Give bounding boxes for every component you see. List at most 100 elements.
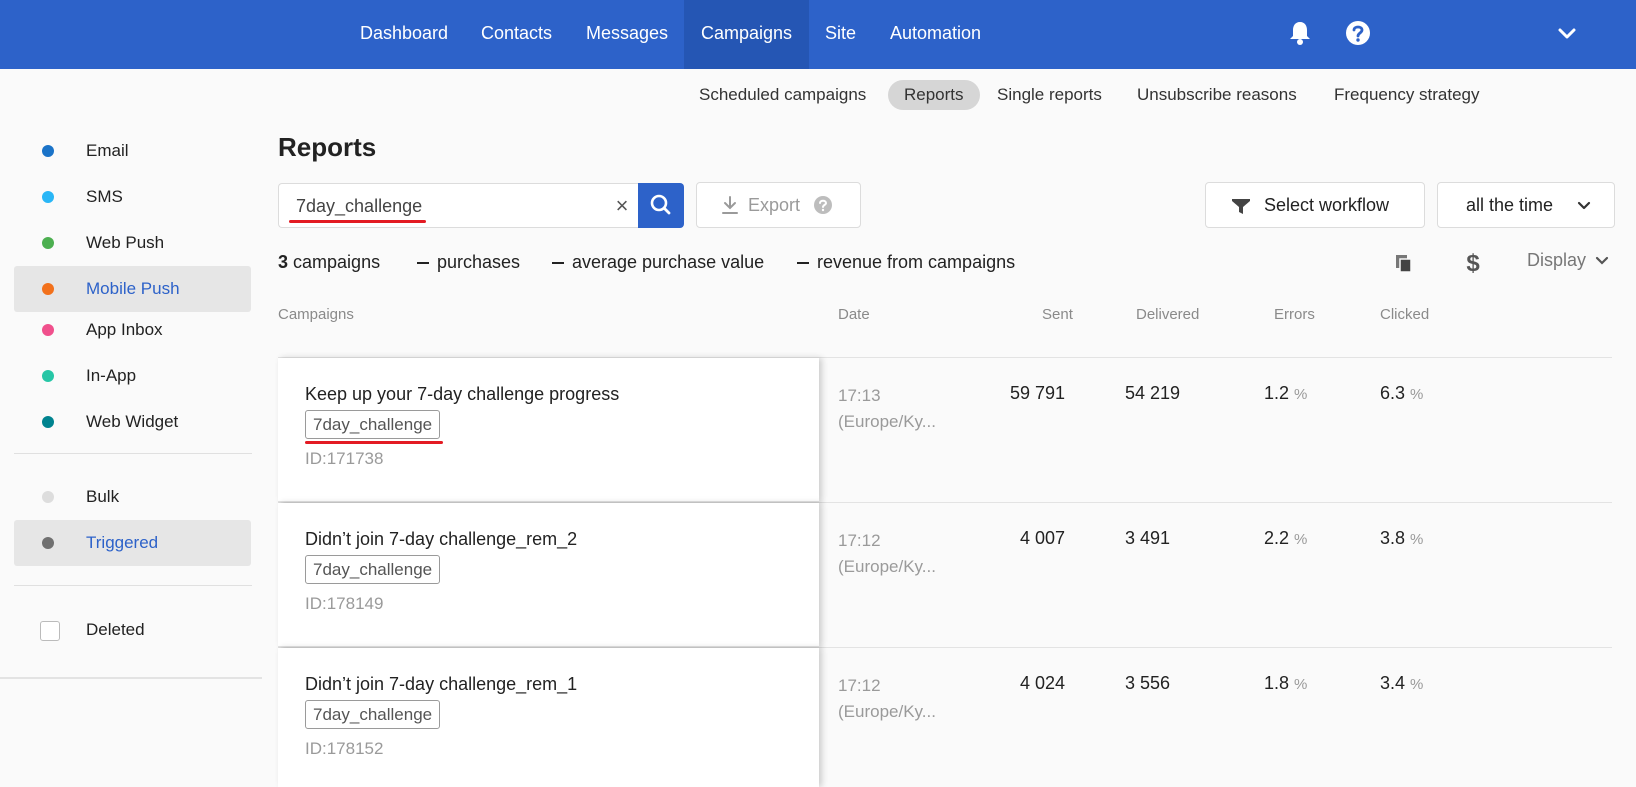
column-header-sent[interactable]: Sent [1042,306,1073,323]
download-icon [722,196,738,214]
subnav-single-reports[interactable]: Single reports [997,80,1102,110]
period-label: all the time [1466,195,1554,215]
errors-value: 1.8 % [1264,673,1307,694]
campaign-tag[interactable]: 7day_challenge [305,410,441,439]
campaign-tag[interactable]: 7day_challenge [305,555,441,584]
chevron-down-icon [1595,257,1609,265]
clicked-value: 3.8 % [1380,528,1423,549]
sidebar-item-label: Email [86,141,129,160]
clicked-number: 6.3 [1380,383,1406,403]
campaign-tag[interactable]: 7day_challenge [305,700,441,729]
delivered-value: 3 491 [1125,528,1171,548]
campaign-timezone: (Europe/Ky... [838,557,936,576]
dollar-icon[interactable]: $ [1463,250,1483,276]
sidebar-item-web-push[interactable]: Web Push [14,220,251,266]
campaign-id: ID:178152 [305,739,384,758]
bulk-dot-icon [42,491,54,503]
summary-revenue: revenue from campaigns [797,250,1015,274]
campaign-time: 17:12 [838,531,881,550]
sidebar-item-bulk[interactable]: Bulk [14,474,251,520]
subnav-scheduled-campaigns[interactable]: Scheduled campaigns [699,80,866,110]
nav-messages[interactable]: Messages [586,0,668,69]
export-label: Export [748,195,801,215]
errors-value: 2.2 % [1264,528,1307,549]
sidebar-item-triggered[interactable]: Triggered [14,520,251,566]
triggered-dot-icon [42,537,54,549]
clear-search-icon[interactable]: × [612,194,632,218]
column-header-date[interactable]: Date [838,306,870,323]
percent-sign: % [1294,386,1308,403]
subnav-unsubscribe-reasons[interactable]: Unsubscribe reasons [1137,80,1297,110]
campaign-timezone: (Europe/Ky... [838,412,936,431]
table-row[interactable]: Keep up your 7-day challenge progress 7d… [278,358,819,502]
display-dropdown[interactable]: Display [1527,250,1609,271]
column-header-clicked[interactable]: Clicked [1380,306,1429,323]
column-header-errors[interactable]: Errors [1274,306,1315,323]
sidebar-item-label: App Inbox [86,320,163,339]
sidebar-item-web-widget[interactable]: Web Widget [14,399,251,445]
percent-sign: % [1294,676,1308,693]
percent-sign: % [1410,386,1424,403]
campaign-name[interactable]: Keep up your 7-day challenge progress [305,384,619,405]
column-header-campaigns[interactable]: Campaigns [278,306,354,323]
delivered-value: 54 219 [1125,383,1181,403]
nav-dashboard[interactable]: Dashboard [360,0,448,69]
sidebar-item-label: Web Push [86,233,165,252]
campaign-name[interactable]: Didn’t join 7-day challenge_rem_2 [305,529,577,550]
percent-sign: % [1410,676,1424,693]
sidebar-bottom-divider [0,677,262,679]
sidebar-item-email[interactable]: Email [14,128,251,174]
export-button[interactable]: Export [696,182,861,228]
chevron-down-icon [1577,201,1591,210]
deleted-checkbox[interactable] [40,621,60,641]
copy-icon[interactable] [1394,253,1414,275]
mobile-push-dot-icon [42,283,54,295]
period-select[interactable]: all the time [1437,182,1615,228]
delivered-value: 3 556 [1125,673,1171,693]
revenue-label: revenue from campaigns [817,252,1016,272]
column-header-delivered[interactable]: Delivered [1136,306,1199,323]
dash-icon [417,262,429,265]
subnav-reports[interactable]: Reports [888,80,980,110]
chevron-down-icon[interactable] [1552,18,1582,48]
sidebar-item-sms[interactable]: SMS [14,174,251,220]
sidebar-item-in-app[interactable]: In-App [14,353,251,399]
campaign-date: 17:13 (Europe/Ky... [838,383,936,435]
percent-sign: % [1410,531,1424,548]
web-widget-dot-icon [42,416,54,428]
help-icon[interactable] [813,195,833,215]
sidebar-item-label: SMS [86,187,123,206]
select-workflow-button[interactable]: Select workflow [1205,182,1425,228]
search-input[interactable] [296,193,586,219]
clicked-value: 3.4 % [1380,673,1423,694]
nav-campaigns[interactable]: Campaigns [684,0,810,69]
sidebar-item-label: Web Widget [86,412,179,431]
svg-text:$: $ [1466,250,1480,276]
summary-average-purchase: average purchase value [552,250,764,274]
sent-value: 59 791 [1009,383,1065,403]
nav-site[interactable]: Site [825,0,856,69]
summary-campaigns: 3 campaigns [278,250,380,274]
search-box: × [278,183,638,228]
search-button[interactable] [638,183,684,228]
nav-automation[interactable]: Automation [890,0,981,69]
errors-value: 1.2 % [1264,383,1307,404]
subnav-frequency-strategy[interactable]: Frequency strategy [1334,80,1480,110]
bell-icon[interactable] [1285,18,1315,48]
nav-contacts[interactable]: Contacts [481,0,552,69]
campaign-name[interactable]: Didn’t join 7-day challenge_rem_1 [305,674,577,695]
help-icon[interactable] [1343,18,1373,48]
table-row[interactable]: Didn’t join 7-day challenge_rem_1 7day_c… [278,648,819,787]
sent-value: 4 007 [1019,528,1065,548]
search-highlight-underline [289,220,426,223]
clicked-value: 6.3 % [1380,383,1423,404]
sidebar-item-mobile-push[interactable]: Mobile Push [14,266,251,312]
campaign-timezone: (Europe/Ky... [838,702,936,721]
percent-sign: % [1294,531,1308,548]
table-row[interactable]: Didn’t join 7-day challenge_rem_2 7day_c… [278,503,819,647]
sidebar-item-label: Triggered [86,533,159,552]
campaign-date: 17:12 (Europe/Ky... [838,528,936,580]
sidebar-item-deleted[interactable]: Deleted [14,607,251,653]
sidebar-item-app-inbox[interactable]: App Inbox [14,307,251,353]
select-workflow-label: Select workflow [1264,195,1390,215]
